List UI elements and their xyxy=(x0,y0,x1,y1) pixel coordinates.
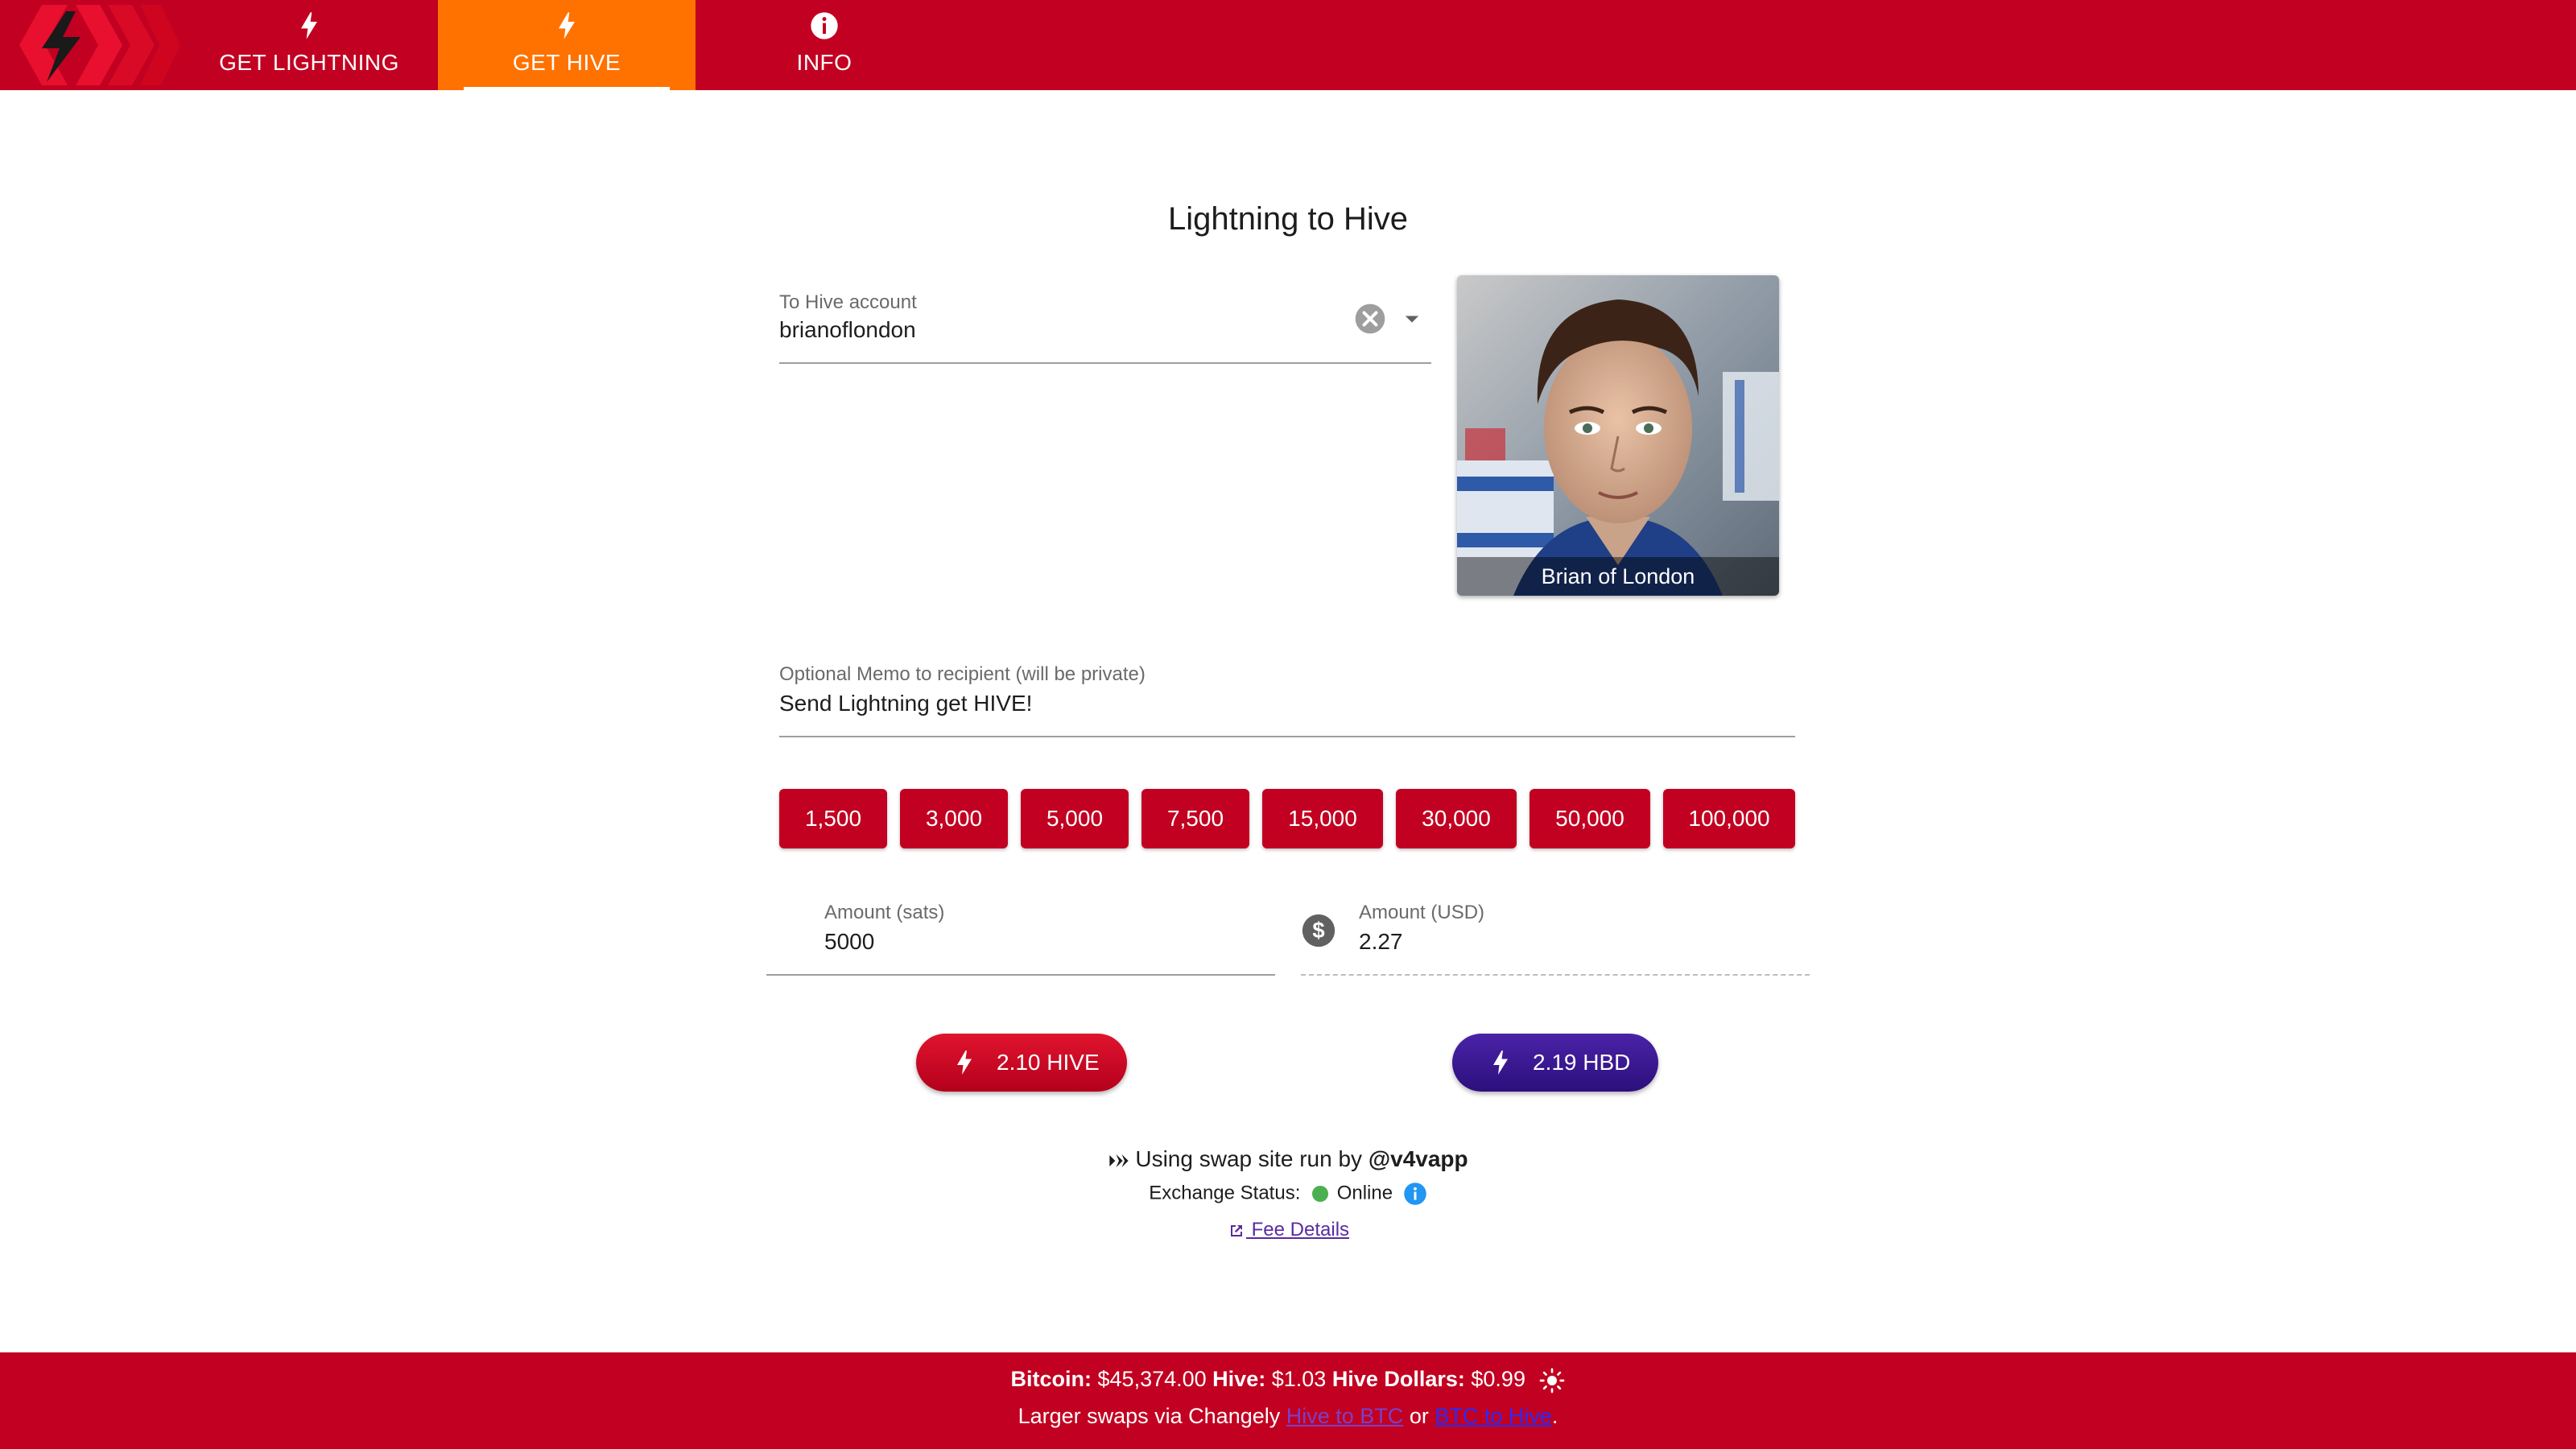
amount-usd-field[interactable]: $ Amount (USD) 2.27 xyxy=(1301,895,1810,976)
external-link-icon xyxy=(1230,1224,1242,1236)
field-underline xyxy=(779,736,1795,737)
lightning-bolt-icon xyxy=(957,1051,972,1075)
lightning-bolt-icon xyxy=(559,12,575,39)
field-underline xyxy=(766,974,1275,976)
tab-get-hive[interactable]: GET HIVE xyxy=(438,0,696,90)
amount-sats-field[interactable]: Amount (sats) 5000 xyxy=(766,895,1275,976)
chevron-down-icon[interactable] xyxy=(1401,308,1423,330)
field-underline xyxy=(1301,974,1810,976)
page-title: Lightning to Hive xyxy=(1168,201,1408,237)
clear-icon[interactable] xyxy=(1354,303,1386,335)
preset-amount-button[interactable]: 30,000 xyxy=(1396,789,1517,848)
get-hbd-button[interactable]: 2.19 HBD xyxy=(1452,1034,1658,1092)
tab-label: GET HIVE xyxy=(512,50,621,75)
hive-to-btc-link[interactable]: Hive to BTC xyxy=(1286,1404,1404,1428)
btc-to-hive-link[interactable]: BTC to Hive xyxy=(1435,1404,1552,1428)
account-avatar: Brian of London xyxy=(1457,275,1779,596)
btc-price: $45,374.00 xyxy=(1097,1367,1207,1391)
memo-input[interactable]: Send Lightning get HIVE! xyxy=(779,691,1032,716)
amount-sats-label: Amount (sats) xyxy=(824,902,945,923)
sun-icon[interactable] xyxy=(1539,1368,1565,1393)
hive-account-field[interactable]: To Hive account brianoflondon xyxy=(779,283,1431,364)
tab-label: INFO xyxy=(796,50,852,75)
amount-usd-input[interactable]: 2.27 xyxy=(1359,929,1403,955)
fee-details-link[interactable]: Fee Details xyxy=(1227,1219,1349,1241)
preset-amount-button[interactable]: 7,500 xyxy=(1141,789,1249,848)
changely-swaps-line: Larger swaps via Changely Hive to BTC or… xyxy=(0,1404,2576,1429)
amount-sats-input[interactable]: 5000 xyxy=(824,929,874,955)
exchange-status-value: Online xyxy=(1336,1182,1393,1204)
status-online-dot-icon xyxy=(1312,1186,1329,1202)
preset-amount-button[interactable]: 50,000 xyxy=(1530,789,1650,848)
hive-label: Hive: xyxy=(1212,1367,1266,1391)
avatar-portrait-image xyxy=(1457,275,1779,596)
preset-amount-button[interactable]: 15,000 xyxy=(1262,789,1383,848)
footer-bar: Bitcoin: $45,374.00 Hive: $1.03 Hive Dol… xyxy=(0,1352,2576,1449)
avatar-caption: Brian of London xyxy=(1457,557,1779,596)
price-ticker: Bitcoin: $45,374.00 Hive: $1.03 Hive Dol… xyxy=(0,1367,2576,1393)
tab-get-lightning[interactable]: GET LIGHTNING xyxy=(180,0,438,90)
hive-account-label: To Hive account xyxy=(779,291,917,313)
get-hive-button[interactable]: 2.10 HIVE xyxy=(916,1034,1127,1092)
top-nav-bar: GET LIGHTNING GET HIVE INFO xyxy=(0,0,2576,90)
hbd-price: $0.99 xyxy=(1471,1367,1525,1391)
changely-text: Larger swaps via Changely xyxy=(1018,1404,1281,1428)
active-tab-indicator xyxy=(464,87,670,90)
lightning-bolt-icon xyxy=(1493,1051,1508,1075)
dollar-circle-icon: $ xyxy=(1302,914,1335,947)
tab-label: GET LIGHTNING xyxy=(219,50,399,75)
hbd-label: Hive Dollars: xyxy=(1331,1367,1465,1391)
v4vapp-logo-icon xyxy=(1109,1154,1129,1167)
field-underline xyxy=(779,362,1431,364)
svg-text:$: $ xyxy=(1312,918,1324,943)
info-circle-icon[interactable] xyxy=(1403,1182,1427,1206)
hive-price: $1.03 xyxy=(1271,1367,1327,1391)
amount-usd-label: Amount (USD) xyxy=(1359,902,1485,923)
hive-account-value[interactable]: brianoflondon xyxy=(779,317,916,343)
get-hive-amount: 2.10 HIVE xyxy=(997,1050,1100,1075)
fee-details-label: Fee Details xyxy=(1245,1219,1350,1241)
memo-field[interactable]: Optional Memo to recipient (will be priv… xyxy=(779,657,1795,737)
or-text: or xyxy=(1409,1404,1429,1428)
swap-operator-handle: @v4vapp xyxy=(1368,1146,1468,1171)
preset-amount-button[interactable]: 3,000 xyxy=(900,789,1008,848)
preset-amount-button[interactable]: 100,000 xyxy=(1663,789,1795,848)
period-text: . xyxy=(1551,1404,1558,1428)
info-circle-icon xyxy=(811,12,838,39)
preset-amount-button[interactable]: 1,500 xyxy=(779,789,887,848)
swap-operator-line: Using swap site run by @v4vapp xyxy=(0,1146,2576,1172)
memo-label: Optional Memo to recipient (will be priv… xyxy=(779,663,1146,685)
tab-info[interactable]: INFO xyxy=(696,0,953,90)
swap-prefix-text: Using swap site run by xyxy=(1135,1146,1368,1171)
btc-label: Bitcoin: xyxy=(1010,1367,1092,1391)
exchange-status-line: Exchange Status: Online xyxy=(0,1182,2576,1206)
lightning-bolt-icon xyxy=(301,12,317,39)
fee-details-line: Fee Details xyxy=(0,1219,2576,1241)
get-hbd-amount: 2.19 HBD xyxy=(1533,1050,1631,1075)
preset-amount-button[interactable]: 5,000 xyxy=(1021,789,1129,848)
exchange-status-label: Exchange Status: xyxy=(1149,1182,1301,1204)
hive-lightning-logo-icon[interactable] xyxy=(19,5,180,85)
